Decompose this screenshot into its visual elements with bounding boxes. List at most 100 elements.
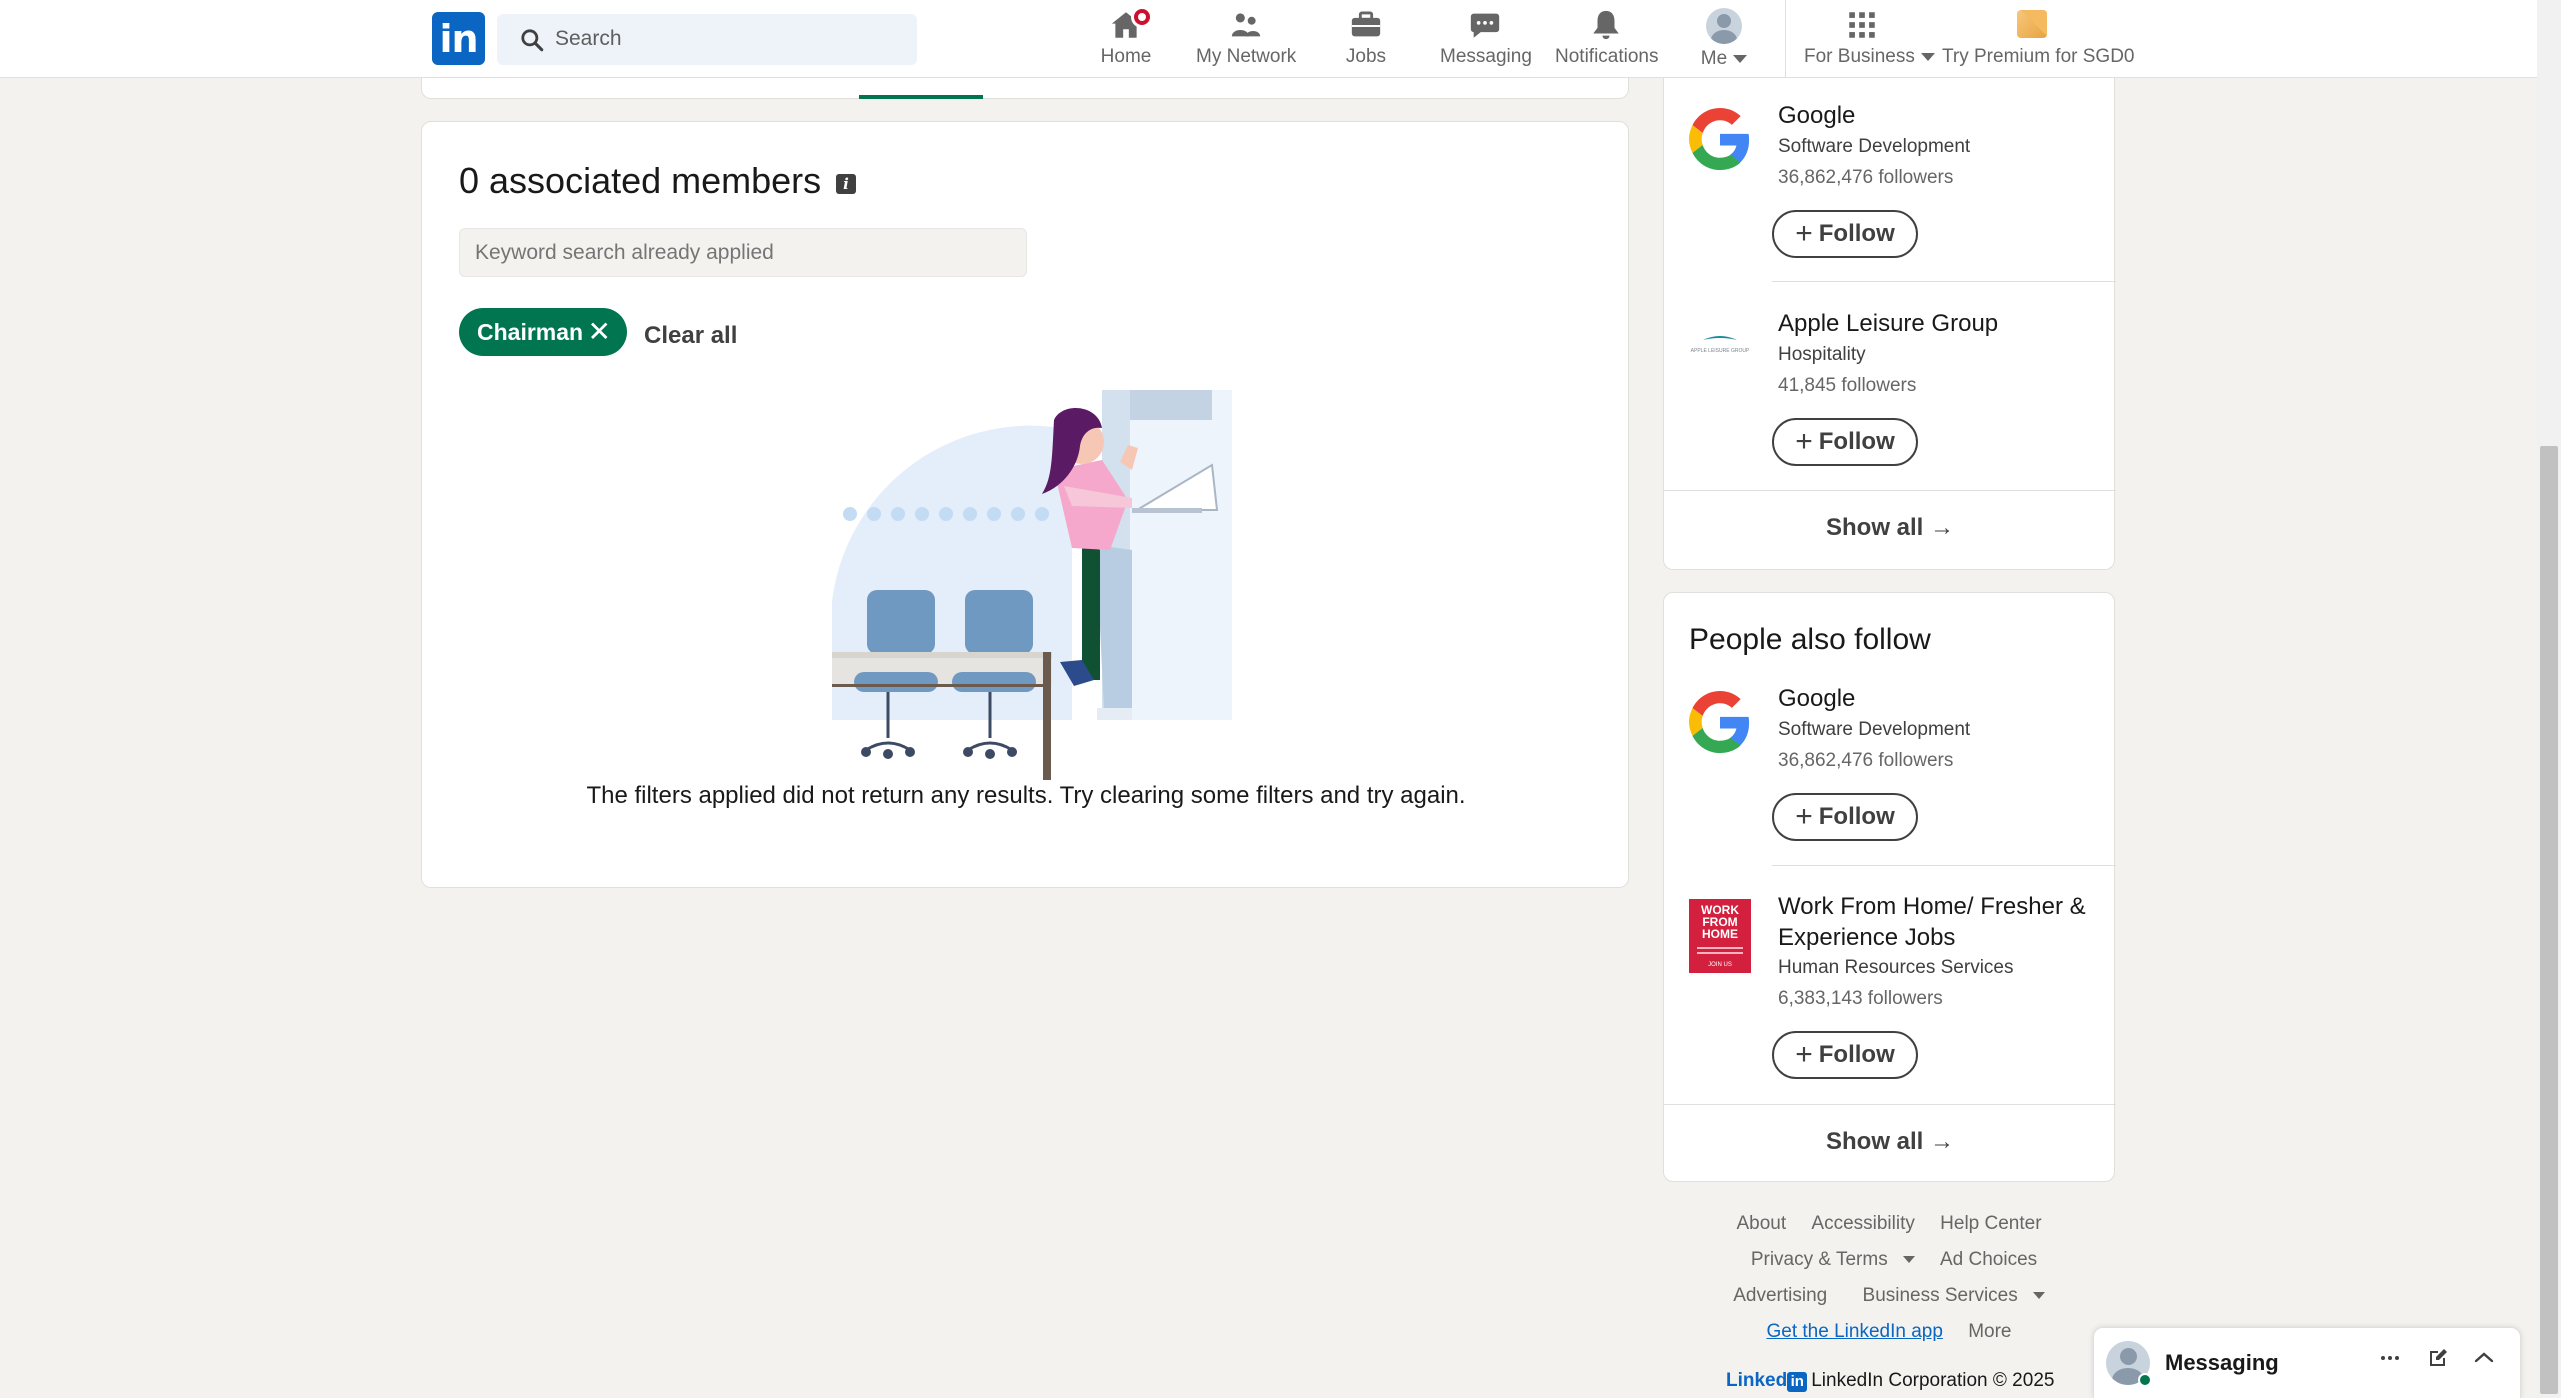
nav-home-label: Home: [1100, 46, 1152, 67]
chevron-down-icon: [1920, 52, 1935, 61]
chat-icon: [1468, 8, 1502, 42]
follow-button-label: Follow: [1818, 1041, 1895, 1068]
footer: About Accessibility Help Center Privacy …: [1663, 1206, 2115, 1350]
org-industry: Hospitality: [1778, 344, 1866, 365]
footer-link-accessibility[interactable]: Accessibility: [1811, 1213, 1914, 1234]
org-industry: Software Development: [1778, 719, 1971, 740]
chevron-down-icon: [1902, 1256, 1915, 1264]
similar-pages-card: Google Software Development 36,862,476 f…: [1663, 40, 2116, 570]
close-icon[interactable]: ✕: [588, 308, 611, 356]
search-icon: [521, 29, 544, 52]
people-also-follow-heading: People also follow: [1689, 623, 1931, 656]
nav-divider: [1785, 0, 1786, 78]
active-tab-indicator: [859, 95, 983, 99]
org-followers: 36,862,476 followers: [1778, 750, 1954, 771]
org-followers: 6,383,143 followers: [1778, 988, 1943, 1009]
org-industry: Human Resources Services: [1778, 957, 2014, 978]
empty-state-illustration: [832, 390, 1232, 780]
nav-jobs[interactable]: Jobs: [1340, 8, 1392, 70]
grid-icon: [1845, 8, 1879, 42]
footer-link-more[interactable]: More: [1968, 1321, 2011, 1342]
people-also-follow-card: People also follow Google Software Devel…: [1663, 592, 2116, 1182]
info-icon[interactable]: i: [836, 174, 856, 194]
messaging-dock[interactable]: Messaging: [2093, 1327, 2521, 1398]
nav-my-network[interactable]: My Network: [1196, 8, 1296, 70]
nav-for-business-label: For Business: [1804, 46, 1915, 67]
org-name[interactable]: Apple Leisure Group: [1778, 308, 2098, 339]
follow-button[interactable]: + Follow: [1772, 793, 1918, 841]
divider: [1772, 281, 2116, 282]
online-status-dot: [2138, 1373, 2152, 1387]
compose-icon[interactable]: [2421, 1346, 2455, 1380]
nav-try-premium-label: Try Premium for SGD0: [1942, 46, 2135, 67]
show-all-row[interactable]: Show all →: [1664, 490, 2116, 568]
follow-button[interactable]: + Follow: [1772, 1031, 1918, 1079]
divider: [1772, 865, 2116, 866]
filter-chip-chairman[interactable]: Chairman ✕: [459, 308, 627, 356]
org-name[interactable]: Work From Home/ Fresher & Experience Job…: [1778, 891, 2098, 953]
bell-icon: [1589, 8, 1623, 42]
logo-join-us: JOIN US: [1708, 962, 1732, 968]
follow-button[interactable]: + Follow: [1772, 210, 1918, 258]
network-icon: [1229, 8, 1263, 42]
notification-dot: [1131, 6, 1153, 28]
nav-home[interactable]: Home: [1100, 6, 1153, 70]
nav-try-premium[interactable]: Try Premium for SGD0: [1942, 8, 2135, 70]
plus-icon: +: [1795, 425, 1813, 458]
linkedin-logo[interactable]: in: [432, 12, 485, 65]
empty-state-message: The filters applied did not return any r…: [586, 782, 1466, 809]
show-all-link[interactable]: Show all →: [1664, 514, 2116, 542]
global-nav: in Search Home My Network Jobs Messaging: [0, 0, 2537, 78]
associated-members-card: 0 associated members i Chairman ✕ Clear …: [421, 121, 1629, 888]
members-count-title: 0 associated members: [459, 160, 822, 201]
nav-me[interactable]: Me: [1698, 8, 1750, 70]
more-options-icon[interactable]: [2373, 1346, 2407, 1380]
footer-link-business-services-label: Business Services: [1862, 1285, 2018, 1306]
nav-for-business[interactable]: For Business: [1804, 8, 1935, 70]
clear-all-button[interactable]: Clear all: [644, 322, 737, 350]
org-name[interactable]: Google: [1778, 100, 2098, 131]
chevron-down-icon: [2032, 1292, 2045, 1300]
google-logo: [1689, 108, 1750, 170]
logo-wordmark: APPLE LEISURE GROUP: [1691, 348, 1750, 354]
search-placeholder: Search: [555, 27, 622, 50]
nav-notifications[interactable]: Notifications: [1555, 8, 1659, 70]
nav-me-label: Me: [1700, 48, 1728, 69]
nav-messaging[interactable]: Messaging: [1440, 8, 1532, 70]
plus-icon: +: [1795, 1038, 1813, 1071]
scrollbar-thumb[interactable]: [2540, 446, 2558, 1394]
nav-messaging-label: Messaging: [1440, 46, 1532, 67]
chevron-up-icon[interactable]: [2467, 1346, 2501, 1380]
linkedin-wordmark-box: in: [1787, 1372, 1808, 1392]
google-logo: [1689, 691, 1750, 753]
footer-link-help-center[interactable]: Help Center: [1940, 1213, 2041, 1234]
keyword-search-input[interactable]: [459, 228, 1027, 277]
footer-link-privacy-terms-label: Privacy & Terms: [1750, 1249, 1888, 1270]
org-followers: 41,845 followers: [1778, 375, 1917, 396]
footer-link-advertising[interactable]: Advertising: [1733, 1285, 1827, 1306]
follow-button-label: Follow: [1818, 803, 1895, 830]
footer-link-privacy-terms[interactable]: Privacy & Terms: [1741, 1249, 1915, 1270]
nav-notifications-label: Notifications: [1555, 46, 1659, 67]
follow-button-label: Follow: [1818, 428, 1895, 455]
org-name[interactable]: Google: [1778, 683, 2098, 714]
premium-icon: [2017, 10, 2047, 38]
footer-link-business-services[interactable]: Business Services: [1853, 1285, 2045, 1306]
show-all-row[interactable]: Show all →: [1664, 1104, 2116, 1182]
show-all-link[interactable]: Show all →: [1664, 1128, 2116, 1156]
logo-wordmark: WORK FROM HOME: [1701, 904, 1739, 941]
follow-button-label: Follow: [1818, 220, 1895, 247]
org-followers: 36,862,476 followers: [1778, 167, 1954, 188]
chevron-down-icon: [1733, 54, 1748, 63]
plus-icon: +: [1795, 217, 1813, 250]
search-bar[interactable]: Search: [497, 14, 917, 65]
copyright-text: LinkedIn Corporation © 2025: [1811, 1370, 2055, 1391]
follow-button[interactable]: + Follow: [1772, 418, 1918, 466]
linkedin-wordmark: Linked: [1726, 1370, 1788, 1391]
messaging-dock-label[interactable]: Messaging: [2165, 1350, 2279, 1376]
footer-link-get-app[interactable]: Get the LinkedIn app: [1767, 1321, 1943, 1342]
nav-my-network-label: My Network: [1196, 46, 1297, 67]
footer-link-about[interactable]: About: [1736, 1213, 1786, 1234]
filter-chip-label: Chairman: [477, 319, 584, 345]
footer-link-ad-choices[interactable]: Ad Choices: [1940, 1249, 2037, 1270]
